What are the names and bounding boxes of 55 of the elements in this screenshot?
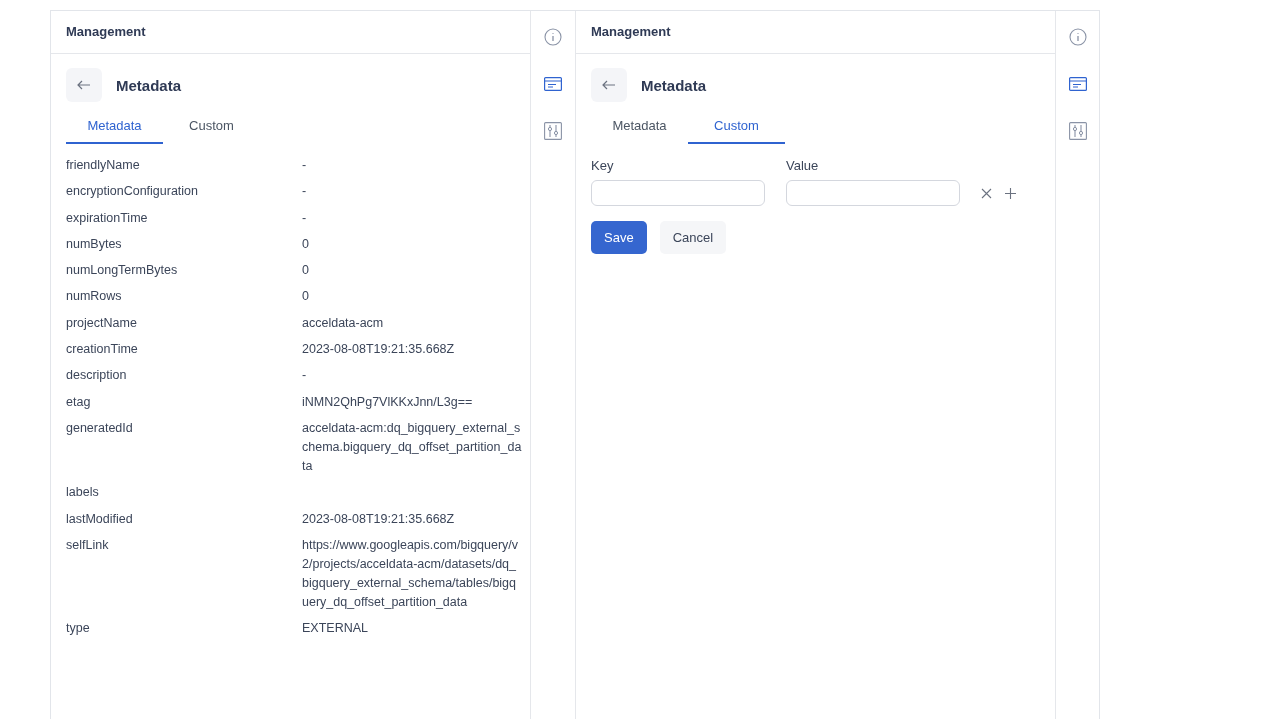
property-name: creationTime: [66, 341, 139, 359]
property-value: -: [302, 183, 308, 201]
property-name: projectName: [66, 314, 138, 332]
tab[interactable]: Metadata: [66, 108, 163, 144]
property-value: 2023-08-08T19:21:35.668Z: [302, 341, 456, 359]
tab[interactable]: Custom: [688, 108, 785, 144]
property-value: -: [302, 157, 308, 174]
plus-icon[interactable]: [1005, 188, 1016, 199]
property-value: EXTERNAL: [302, 620, 369, 638]
property-name: description: [66, 367, 128, 385]
property-name: numRows: [66, 288, 123, 306]
tab[interactable]: Metadata: [591, 108, 688, 144]
back-button[interactable]: [591, 68, 627, 102]
key-label: Key: [591, 158, 614, 173]
panel-header: Management: [51, 11, 531, 54]
property-value: -: [302, 209, 308, 227]
property-name: type: [66, 620, 91, 638]
property-name: generatedId: [66, 419, 134, 437]
cancel-button[interactable]: Cancel: [659, 221, 727, 254]
page-title: Metadata: [116, 76, 182, 94]
property-name: lastModified: [66, 510, 134, 528]
property-value: https://www.googleapis.com/bigquery/v2/projects/acceldata-acm/datasets/dq_bigquery_external_schema/tables/bigquery_dq_offset_partition_data: [302, 536, 520, 611]
property-value: acceldata-acm: [302, 314, 385, 332]
panel-header: Management: [576, 11, 1056, 54]
property-name: etag: [66, 393, 92, 411]
property-name: numBytes: [66, 235, 123, 253]
close-icon[interactable]: [981, 188, 992, 199]
property-value: -: [302, 367, 308, 385]
tab[interactable]: Custom: [163, 108, 260, 144]
save-button[interactable]: Save: [591, 221, 647, 254]
property-name: encryptionConfiguration: [66, 183, 200, 201]
property-value: iNMN2QhPg7VlKKxJnn/L3g==: [302, 393, 474, 411]
back-button[interactable]: [66, 68, 102, 102]
card-icon[interactable]: [1069, 77, 1088, 91]
property-name: labels: [66, 484, 100, 502]
page-title: Metadata: [641, 76, 707, 94]
property-value: 2023-08-08T19:21:35.668Z: [302, 510, 456, 528]
property-value: 0: [302, 262, 310, 280]
key-input-field[interactable]: [591, 180, 765, 206]
property-name: expirationTime: [66, 209, 149, 227]
value-label: Value: [786, 158, 819, 173]
property-name: selfLink: [66, 536, 110, 554]
info-icon[interactable]: [544, 28, 563, 46]
property-value: acceldata-acm:dq_bigquery_external_schema.bigquery_dq_offset_partition_data: [302, 419, 522, 475]
property-name: numLongTermBytes: [66, 262, 179, 280]
property-value: 0: [302, 288, 310, 306]
property-name: friendlyName: [66, 157, 141, 174]
back-arrow-icon: [602, 80, 616, 90]
property-value: 0: [302, 235, 310, 253]
value-input-field[interactable]: [786, 180, 960, 206]
sliders-icon[interactable]: [544, 122, 563, 140]
card-icon[interactable]: [544, 77, 563, 91]
back-arrow-icon: [77, 80, 91, 90]
info-icon[interactable]: [1069, 28, 1088, 46]
sliders-icon[interactable]: [1069, 122, 1088, 140]
